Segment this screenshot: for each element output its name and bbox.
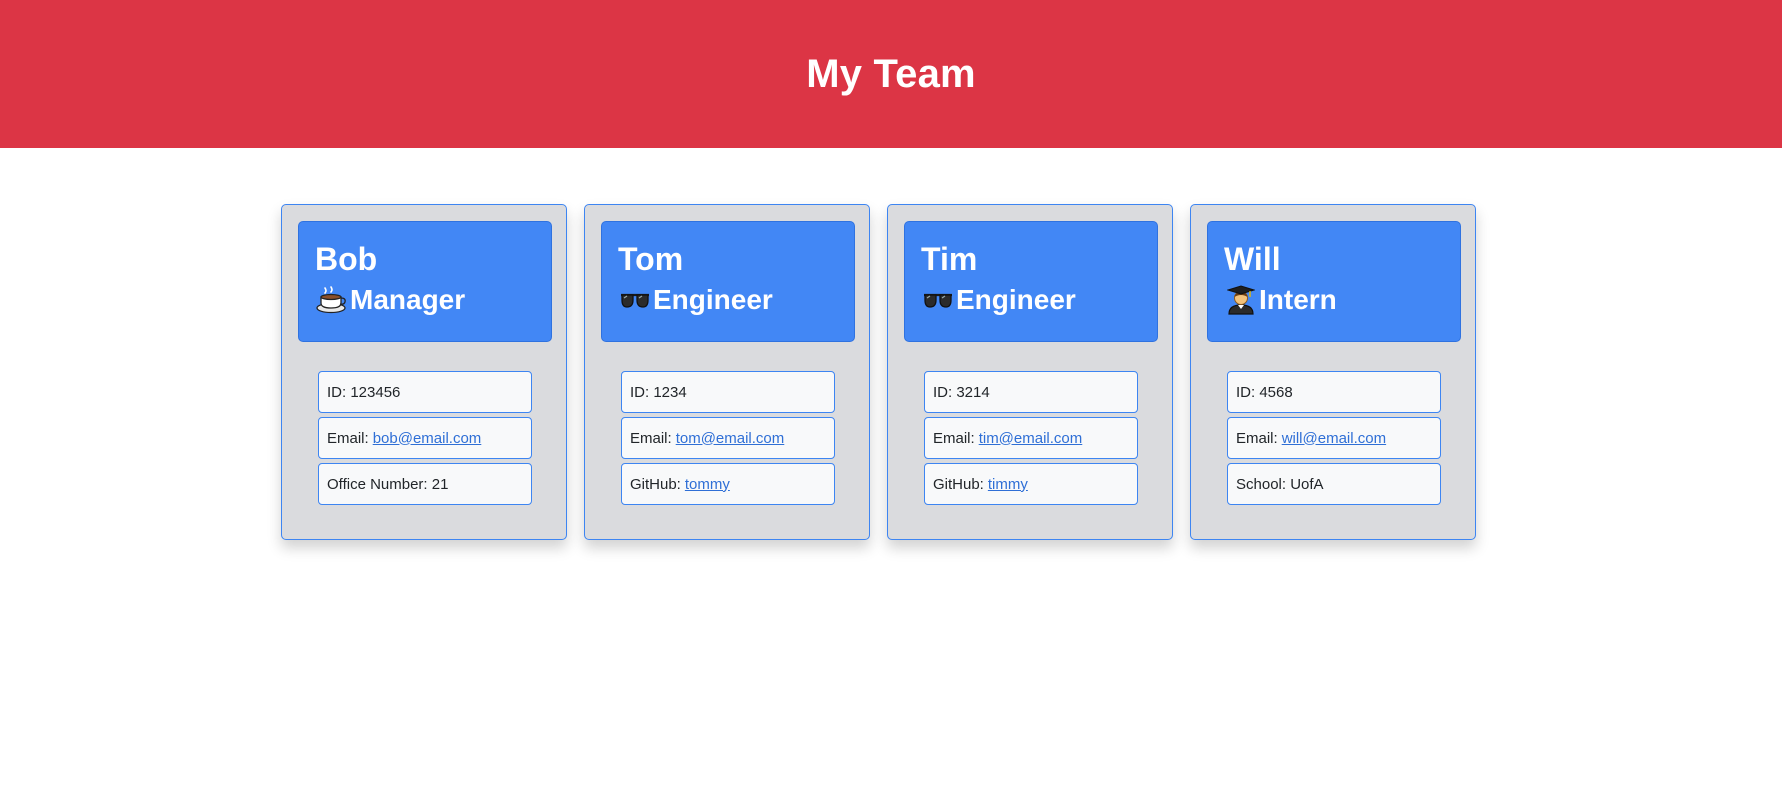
employee-role: Engineer <box>956 284 1076 315</box>
employee-role: Engineer <box>653 284 773 315</box>
employee-card-tim: Tim Engineer ID: 3214 Email:tim@email.c <box>887 204 1173 540</box>
employee-card-tom: Tom Engineer ID: 1234 Email:tom@email.c <box>584 204 870 540</box>
office-number-label: Office Number: <box>327 475 428 493</box>
employee-id-row: ID: 4568 <box>1227 371 1441 413</box>
email-link[interactable]: tim@email.com <box>979 430 1083 447</box>
card-header: Will Intern <box>1207 221 1461 342</box>
id-label: ID: <box>327 383 347 401</box>
employee-email-row: Email: tom@email.com <box>621 417 835 459</box>
employee-details: ID: 123456 Email: bob@email.com Office Nu… <box>318 371 532 509</box>
employee-role-line: Intern <box>1224 283 1444 317</box>
id-value: 1234 <box>653 383 687 401</box>
github-row: GitHub: tommy <box>621 463 835 505</box>
email-label: Email: <box>933 429 975 447</box>
employee-name: Tim <box>921 241 978 277</box>
school-label: School: <box>1236 475 1287 493</box>
glasses-icon <box>921 285 954 315</box>
employee-name: Will <box>1224 241 1281 277</box>
id-value: 123456 <box>350 383 401 401</box>
employee-role-line: Engineer <box>921 283 1141 317</box>
id-label: ID: <box>630 383 650 401</box>
employee-details: ID: 4568 Email: will@email.com School: Uo… <box>1227 371 1441 509</box>
employee-role-line: Engineer <box>618 283 838 317</box>
github-link[interactable]: timmy <box>988 476 1028 493</box>
graduate-icon <box>1224 285 1257 315</box>
employee-card-bob: Bob Manager ID: 123456 Email: bob@email.… <box>281 204 567 540</box>
github-row: GitHub: timmy <box>924 463 1138 505</box>
card-header: Tim Engineer <box>904 221 1158 342</box>
employee-name: Bob <box>315 241 378 277</box>
page-title: My Team <box>806 51 976 96</box>
employee-role: Intern <box>1259 284 1337 315</box>
employee-role-line: Manager <box>315 283 535 317</box>
email-link[interactable]: will@email.com <box>1282 430 1386 447</box>
employee-email-row: Email: will@email.com <box>1227 417 1441 459</box>
github-label: GitHub: <box>630 475 681 493</box>
employee-email-row: Email: tim@email.com <box>924 417 1138 459</box>
email-label: Email: <box>327 429 369 447</box>
card-header: Tom Engineer <box>601 221 855 342</box>
office-number-row: Office Number: 21 <box>318 463 532 505</box>
github-link[interactable]: tommy <box>685 476 730 493</box>
team-cards: Bob Manager ID: 123456 Email: bob@email.… <box>281 204 1476 540</box>
employee-details: ID: 1234 Email: tom@email.com GitHub: tomm… <box>621 371 835 509</box>
employee-name: Tom <box>618 241 684 277</box>
employee-id-row: ID: 3214 <box>924 371 1138 413</box>
card-header: Bob Manager <box>298 221 552 342</box>
employee-details: ID: 3214 Email: tim@email.com GitHub: timm… <box>924 371 1138 509</box>
school-row: School: UofA <box>1227 463 1441 505</box>
employee-role: Manager <box>350 284 466 315</box>
glasses-icon <box>618 285 651 315</box>
office-number-value: 21 <box>431 475 449 493</box>
email-link[interactable]: tom@email.com <box>676 430 785 447</box>
employee-card-will: Will Intern ID: 4568 Email: will@email.c… <box>1190 204 1476 540</box>
employee-id-row: ID: 123456 <box>318 371 532 413</box>
email-label: Email: <box>630 429 672 447</box>
coffee-cup-icon <box>315 285 348 315</box>
employee-id-row: ID: 1234 <box>621 371 835 413</box>
email-link[interactable]: bob@email.com <box>373 430 482 447</box>
id-value: 3214 <box>956 383 990 401</box>
github-label: GitHub: <box>933 475 984 493</box>
id-label: ID: <box>933 383 953 401</box>
page-header: My Team <box>0 0 1782 148</box>
id-label: ID: <box>1236 383 1256 401</box>
id-value: 4568 <box>1259 383 1293 401</box>
email-label: Email: <box>1236 429 1278 447</box>
school-value: UofA <box>1290 475 1324 493</box>
employee-email-row: Email: bob@email.com <box>318 417 532 459</box>
